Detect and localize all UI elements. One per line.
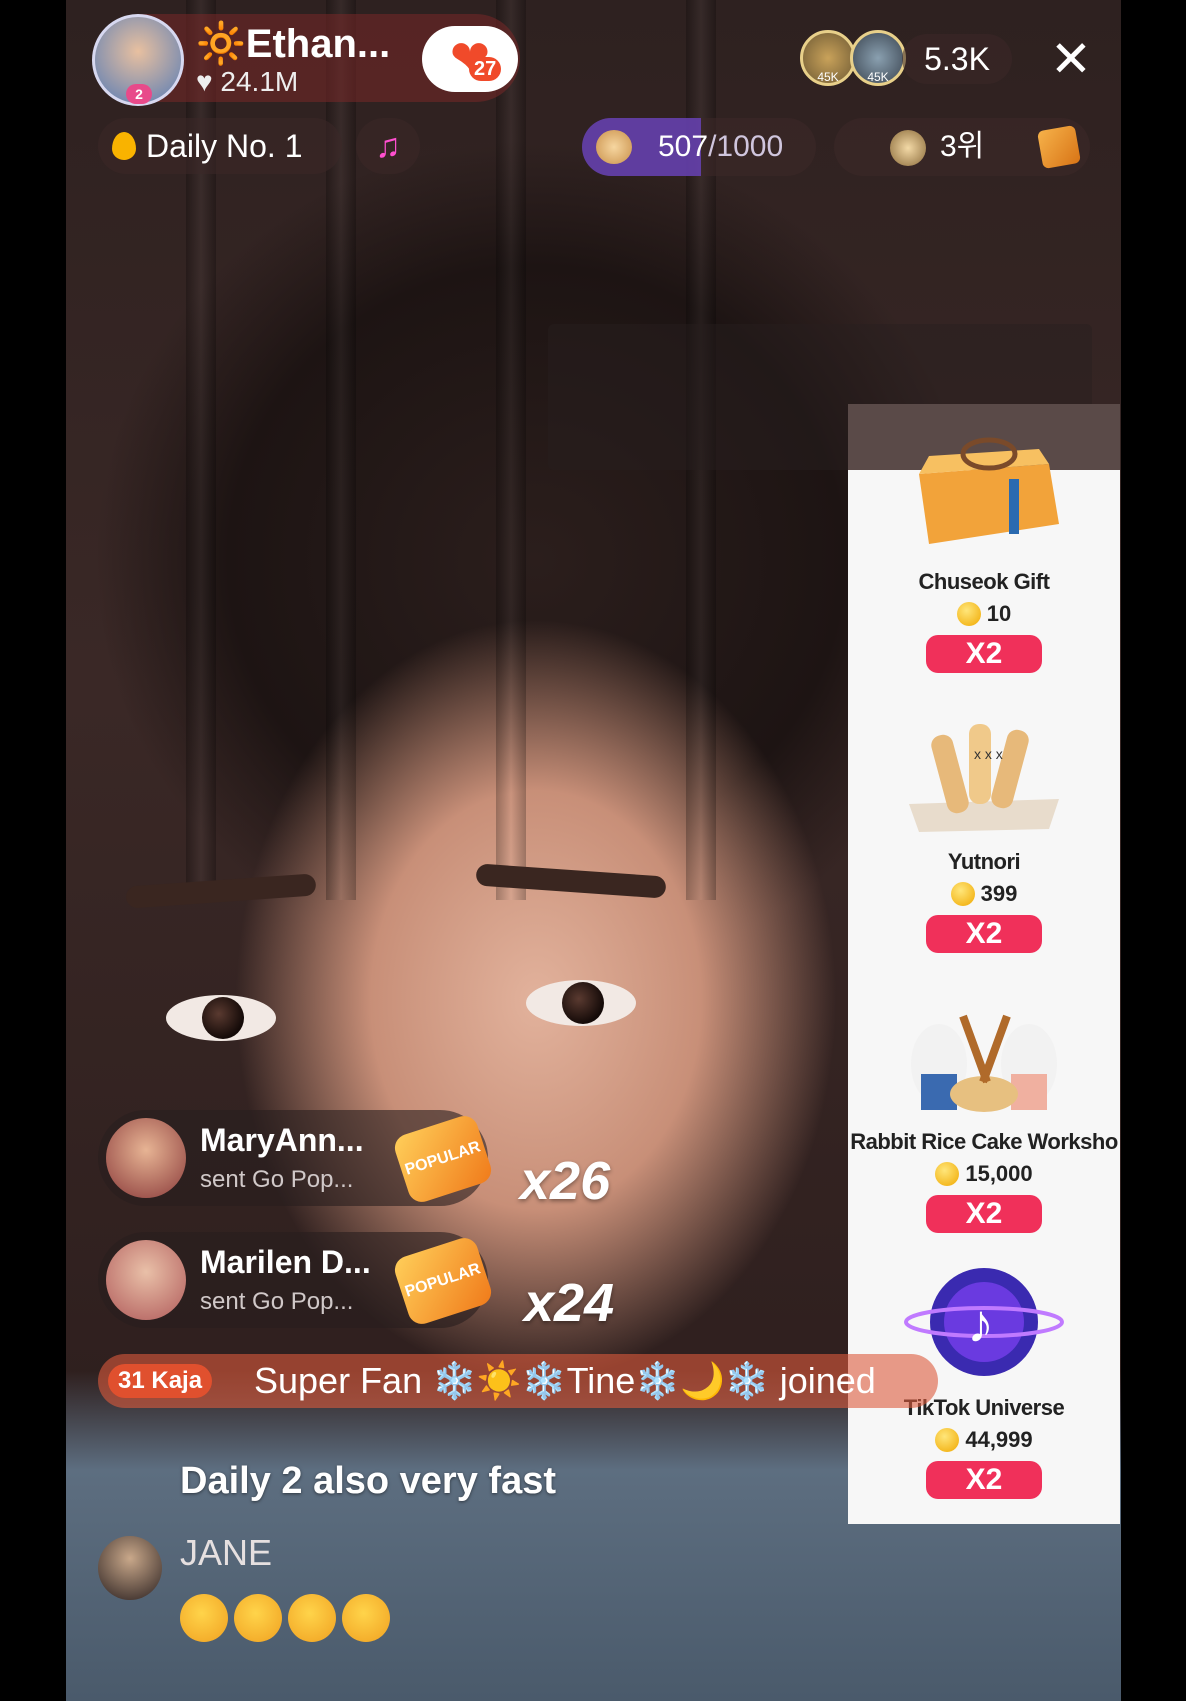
- yutnori-icon: x x x: [909, 724, 1059, 832]
- gift-item-yutnori[interactable]: x x x Yutnori 399 X2: [848, 714, 1120, 953]
- treasure-box-icon[interactable]: [1036, 124, 1082, 170]
- daily-rank-pill[interactable]: Daily No. 1: [98, 118, 342, 174]
- gift-multiplier-badge: X2: [926, 635, 1042, 673]
- close-icon[interactable]: ✕: [1050, 34, 1092, 84]
- hugging-face-emoji-icon: [180, 1594, 228, 1642]
- gift-price-value: 10: [986, 601, 1012, 626]
- goal-progress-text: 507/1000: [658, 118, 783, 176]
- top-viewer-score: 45K: [867, 70, 889, 84]
- top-viewer-score: 45K: [817, 70, 839, 84]
- live-goal-pill[interactable]: 507/1000: [582, 118, 816, 176]
- right-eye: [526, 980, 636, 1026]
- sender-avatar[interactable]: [106, 1118, 186, 1198]
- rank-label: 3위: [940, 130, 985, 163]
- goal-gift-icon: [596, 130, 632, 164]
- left-eye: [166, 995, 276, 1041]
- coin-icon: [950, 882, 975, 906]
- fan-badge: 31 Kaja: [108, 1364, 213, 1398]
- emoji-comment: [180, 1594, 396, 1642]
- host-avatar-badge: 2: [126, 84, 152, 104]
- gift-multiplier-badge: X2: [926, 915, 1042, 953]
- chat-comment: Daily 2 also very fast: [180, 1460, 556, 1502]
- follow-button[interactable]: ❤ 27: [422, 26, 518, 92]
- gift-notification[interactable]: MaryAnn... sent Go Pop... POPULAR: [98, 1110, 495, 1206]
- curtain-fold: [496, 0, 526, 900]
- gift-price: 15,000: [848, 1161, 1120, 1187]
- join-banner: 31 Kaja Super Fan ❄️☀️❄️Tine❄️🌙❄️ joined: [98, 1354, 938, 1408]
- fan-club-heart-icon: ❤ 27: [447, 35, 502, 83]
- commenter-avatar[interactable]: [98, 1536, 162, 1600]
- goal-total: /1000: [708, 130, 784, 163]
- hugging-face-emoji-icon: [288, 1594, 336, 1642]
- fan-club-count: 27: [469, 57, 502, 81]
- coin-icon: [956, 602, 981, 626]
- daily-rank-label: Daily No. 1: [146, 127, 303, 164]
- gift-name: Yutnori: [947, 849, 1021, 874]
- host-likes-count: 24.1M: [220, 66, 299, 97]
- fan-badge-level: 31: [118, 1367, 145, 1394]
- fire-icon: [112, 132, 136, 160]
- heart-icon: ♥: [196, 66, 213, 97]
- host-likes: ♥ 24.1M: [196, 66, 298, 98]
- viewer-count[interactable]: 5.3K: [902, 34, 1012, 84]
- chuseok-gift-icon: [919, 437, 1059, 544]
- svg-text:♪: ♪: [967, 1294, 994, 1354]
- gift-name: Chuseok Gift: [918, 569, 1050, 594]
- gift-name: Rabbit Rice Cake Worksho: [850, 1129, 1118, 1154]
- coin-icon: [935, 1162, 960, 1186]
- gift-price: 399: [848, 881, 1120, 907]
- gift-price-value: 15,000: [965, 1161, 1033, 1186]
- join-message: Super Fan ❄️☀️❄️Tine❄️🌙❄️ joined: [254, 1360, 876, 1401]
- gift-multiplier-badge: X2: [926, 1195, 1042, 1233]
- gift-price: 10: [848, 601, 1120, 627]
- gift-action: sent Go Pop...: [200, 1166, 354, 1193]
- gift-price: 44,999: [848, 1427, 1120, 1453]
- sender-avatar[interactable]: [106, 1240, 186, 1320]
- host-name[interactable]: 🔆Ethan...: [196, 20, 390, 67]
- sender-name: MaryAnn...: [200, 1122, 364, 1158]
- gift-price-value: 399: [980, 881, 1018, 906]
- rank-avatar-icon: [890, 130, 926, 166]
- gift-combo-count: x26: [520, 1151, 611, 1211]
- coin-icon: [935, 1428, 960, 1452]
- sender-name: Marilen D...: [200, 1244, 371, 1280]
- music-note-icon[interactable]: ♫: [356, 118, 420, 174]
- gift-item-chuseok[interactable]: Chuseok Gift 10 X2: [848, 434, 1120, 673]
- gift-item-rabbit-rice-cake[interactable]: Rabbit Rice Cake Worksho 15,000 X2: [848, 994, 1120, 1233]
- top-viewer-avatar[interactable]: 45K: [850, 30, 906, 86]
- left-eyebrow: [125, 873, 317, 909]
- gift-notification[interactable]: Marilen D... sent Go Pop... POPULAR: [98, 1232, 495, 1328]
- hugging-face-emoji-icon: [234, 1594, 282, 1642]
- goal-current: 507: [658, 130, 709, 163]
- top-viewer-avatar[interactable]: 45K: [800, 30, 856, 86]
- rabbit-rice-cake-icon: [911, 1014, 1057, 1112]
- gift-combo-count: x24: [524, 1273, 615, 1333]
- hugging-face-emoji-icon: [342, 1594, 390, 1642]
- commenter-name[interactable]: JANE: [180, 1532, 272, 1574]
- fan-badge-name: Kaja: [151, 1367, 203, 1394]
- gift-price-value: 44,999: [965, 1427, 1033, 1452]
- hourly-rank-pill[interactable]: 3위: [834, 118, 1090, 176]
- gift-action: sent Go Pop...: [200, 1288, 354, 1315]
- svg-text:x x x: x x x: [974, 746, 1003, 762]
- gift-multiplier-badge: X2: [926, 1461, 1042, 1499]
